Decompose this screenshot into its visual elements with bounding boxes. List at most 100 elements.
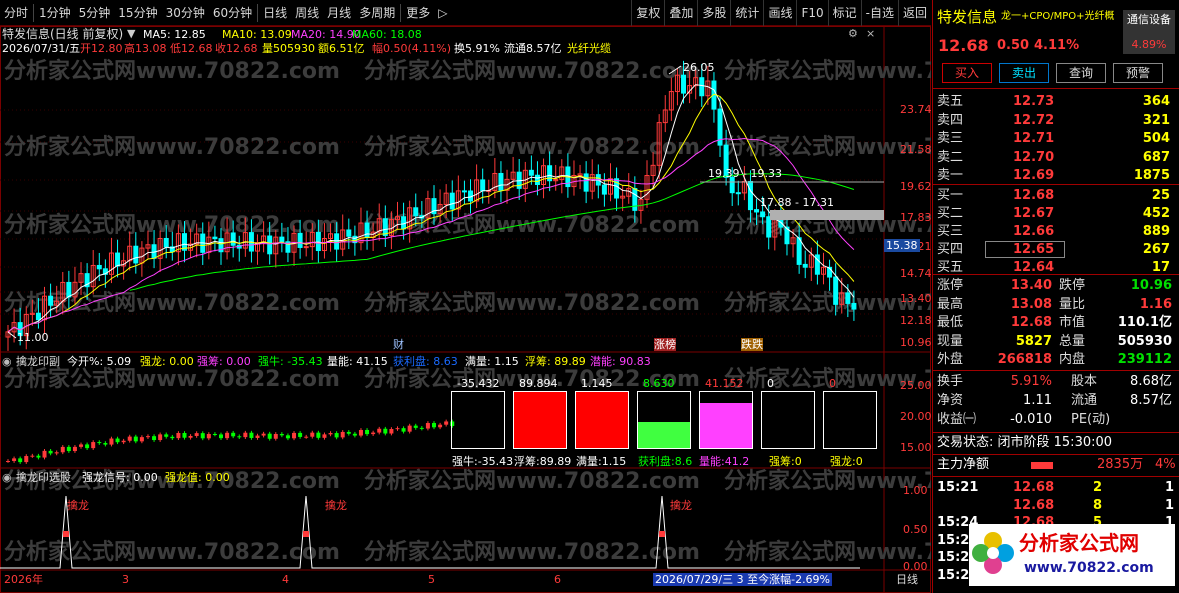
tick-cell: 12.68 <box>1013 480 1055 495</box>
candle-body <box>735 192 741 195</box>
finance-marker[interactable]: 财 <box>393 338 404 351</box>
toolbar-separator <box>33 3 35 22</box>
period-tab[interactable]: 周线 <box>291 0 323 26</box>
tool-button[interactable]: 多股 <box>697 0 730 26</box>
turnover-label: 换5.91% <box>454 42 500 55</box>
sub2-tick: 1.00 <box>903 484 928 497</box>
indicator-box <box>451 391 505 449</box>
orderbook-row[interactable]: 卖二 12.70 687 <box>933 148 1179 167</box>
orderbook-row[interactable]: 卖五 12.73 364 <box>933 92 1179 111</box>
tool-button[interactable]: F10 <box>796 0 827 26</box>
orderbook-qty: 452 <box>1142 206 1170 221</box>
period-tab[interactable]: 1分钟 <box>35 0 75 26</box>
sub1-bar <box>48 450 53 454</box>
orderbook-row[interactable]: 卖四 12.72 321 <box>933 111 1179 130</box>
period-tab[interactable]: 日线 <box>259 0 291 26</box>
orderbook-row[interactable]: 买二 12.67 452 <box>933 204 1179 223</box>
tool-button[interactable]: 统计 <box>730 0 763 26</box>
orderbook-price: 12.72 <box>1013 112 1055 128</box>
tool-button[interactable]: -自选 <box>860 0 898 26</box>
tool-button[interactable]: 标记 <box>827 0 861 26</box>
candle-body <box>802 263 808 268</box>
sector-box[interactable]: 通信设备 4.89% <box>1123 10 1175 54</box>
tool-button[interactable]: 复权 <box>631 0 664 26</box>
period-tab[interactable]: 15分钟 <box>114 0 161 26</box>
candle-body <box>833 276 839 305</box>
current-price-tag: 15.38 <box>884 239 920 252</box>
period-tab[interactable]: 30分钟 <box>162 0 209 26</box>
sub1-bar <box>310 432 315 437</box>
sell-button[interactable]: 卖出 <box>999 63 1049 83</box>
tool-button[interactable]: 画线 <box>763 0 796 26</box>
stats-cell: 外盘 <box>937 352 964 367</box>
candle-body <box>498 172 504 191</box>
orderbook-row[interactable]: 买三 12.66 889 <box>933 222 1179 241</box>
date-axis-label: 6 <box>554 573 561 586</box>
price-tick: 10.96 <box>900 336 932 349</box>
settings-icon[interactable]: ⚙ <box>848 27 858 40</box>
resistance-band <box>770 210 884 220</box>
candle-body <box>845 292 851 304</box>
sub1-bar <box>292 432 297 439</box>
candle-body <box>413 207 419 217</box>
sub1-bar <box>267 433 272 439</box>
orderbook-qty: 321 <box>1142 112 1170 128</box>
orderbook-row[interactable]: 买四 12.65 267 <box>933 240 1179 259</box>
kline-chart[interactable]: 分析家公式网www.70822.com 分析家公式网www.70822.com 分析… <box>0 26 1060 593</box>
rise-rank-marker[interactable]: 涨榜 <box>654 338 676 351</box>
sub1-bar <box>395 428 400 430</box>
sub1-indicator: 强龙: 0.00 <box>140 355 194 368</box>
sub1-bar <box>109 438 114 445</box>
candle-body <box>449 192 455 210</box>
tick-cell: 15:2 <box>937 550 970 565</box>
sub1-bar <box>12 458 17 462</box>
candle-body <box>267 235 273 255</box>
sub1-dropdown-icon[interactable]: ◉ <box>2 355 12 368</box>
tool-button[interactable]: 返回 <box>897 0 931 26</box>
sub1-bar <box>66 446 71 452</box>
period-label: 日线 <box>896 573 918 586</box>
fall-marker[interactable]: 跌跌 <box>741 338 763 351</box>
buy-button[interactable]: 买入 <box>942 63 992 83</box>
period-tab[interactable]: 更多 <box>402 0 434 26</box>
stats-row: 换手 5.91% 股本 8.68亿 <box>933 372 1179 391</box>
candle-body <box>583 173 589 192</box>
flower-logo-icon <box>972 532 1014 574</box>
candle-body <box>115 252 121 267</box>
sub1-bar <box>425 423 430 429</box>
sub1-bar <box>30 455 35 457</box>
tick-cell: 12.68 <box>1013 497 1055 513</box>
sub1-indicator: 强筹: 0.00 <box>197 355 251 368</box>
orderbook-row[interactable]: 买一 12.68 25 <box>933 186 1179 205</box>
chart-area[interactable]: 分析家公式网www.70822.com 分析家公式网www.70822.com 分析… <box>0 26 1060 593</box>
price-change: 0.50 <box>997 38 1030 53</box>
stock-title: 特发信息(日线 前复权) <box>2 27 124 41</box>
sub1-bar <box>371 432 376 435</box>
sub1-bar <box>60 446 65 453</box>
close-icon[interactable]: × <box>866 27 875 40</box>
period-tab[interactable]: 多周期 <box>355 0 399 26</box>
dropdown-icon[interactable]: ▼ <box>127 27 135 40</box>
sub2-tick: 0.50 <box>903 523 928 536</box>
query-button[interactable]: 查询 <box>1056 63 1106 83</box>
date-axis-label: 3 <box>122 573 129 586</box>
alert-button[interactable]: 预警 <box>1113 63 1163 83</box>
sub1-indicator: 强牛: -35.43 <box>258 355 323 368</box>
sub1-bar <box>340 431 345 438</box>
period-tab[interactable]: 60分钟 <box>209 0 256 26</box>
tool-button[interactable]: 叠加 <box>664 0 697 26</box>
low-label: 低12.68 <box>170 42 213 55</box>
sub1-bar <box>237 436 242 438</box>
candle-body <box>601 184 607 195</box>
sub1-bar <box>145 436 150 438</box>
sub2-dropdown-icon[interactable]: ◉ <box>2 471 12 484</box>
period-tab[interactable]: 分时 <box>0 0 32 26</box>
period-tab[interactable]: 月线 <box>323 0 355 26</box>
orderbook-row[interactable]: 卖三 12.71 504 <box>933 129 1179 148</box>
sub2-title: 擒龙印选股 <box>16 471 71 484</box>
orderbook-row[interactable]: 卖一 12.69 1875 <box>933 166 1179 185</box>
sub1-bar <box>139 437 144 442</box>
more-arrow-icon[interactable]: ▷ <box>434 0 451 26</box>
stats-row: 现量 5827 总量 505930 <box>933 332 1179 351</box>
period-tab[interactable]: 5分钟 <box>75 0 115 26</box>
